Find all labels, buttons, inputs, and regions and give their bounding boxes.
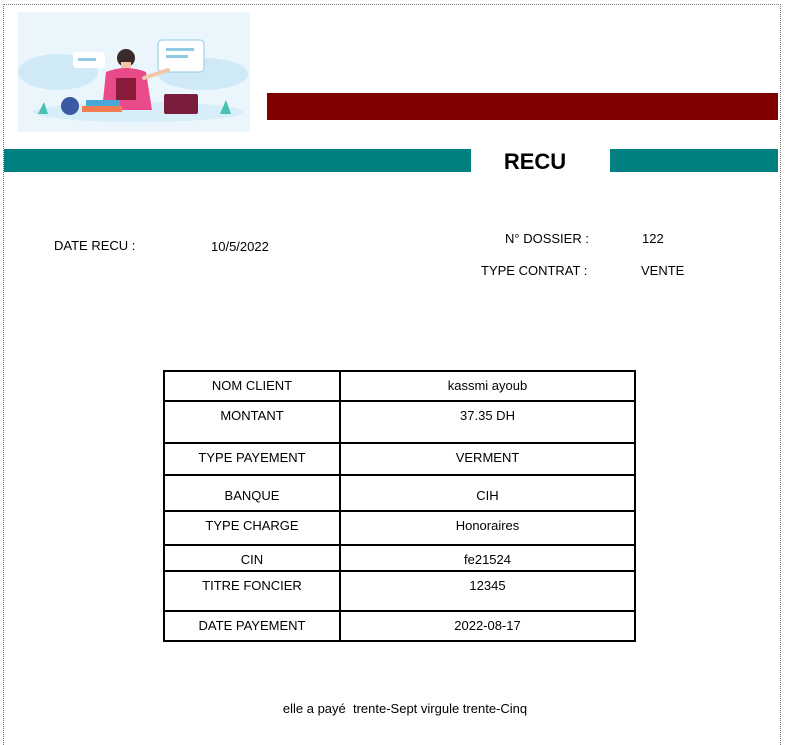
row-label: TITRE FONCIER (163, 570, 341, 612)
row-label: TYPE CHARGE (163, 510, 341, 546)
table-row: TYPE CHARGE Honoraires (163, 510, 636, 546)
teal-band-right (610, 149, 778, 172)
row-value: fe21524 (339, 544, 636, 572)
accent-bar (267, 93, 778, 120)
row-label: MONTANT (163, 400, 341, 444)
date-value: 10/5/2022 (211, 239, 269, 254)
row-label: BANQUE (163, 474, 341, 512)
table-row: TITRE FONCIER 12345 (163, 570, 636, 612)
row-value: kassmi ayoub (339, 370, 636, 402)
payment-in-words: elle a payé trente-Sept virgule trente-C… (282, 701, 528, 716)
contract-label: TYPE CONTRAT : (481, 263, 588, 278)
dossier-label: N° DOSSIER : (505, 231, 589, 246)
row-value: 12345 (339, 570, 636, 612)
dossier-value: 122 (642, 231, 664, 246)
row-value: 37.35 DH (339, 400, 636, 444)
table-row: MONTANT 37.35 DH (163, 400, 636, 444)
woman-with-books-illustration (18, 12, 250, 132)
table-row: DATE PAYEMENT 2022-08-17 (163, 610, 636, 642)
row-value: Honoraires (339, 510, 636, 546)
receipt-title: RECU (503, 149, 567, 174)
teal-band-left (4, 149, 471, 172)
table-row: NOM CLIENT kassmi ayoub (163, 370, 636, 402)
row-label: CIN (163, 544, 341, 572)
row-value: VERMENT (339, 442, 636, 476)
receipt-table: NOM CLIENT kassmi ayoub MONTANT 37.35 DH… (163, 370, 636, 642)
row-label: DATE PAYEMENT (163, 610, 341, 642)
table-row: TYPE PAYEMENT VERMENT (163, 442, 636, 476)
row-value: 2022-08-17 (339, 610, 636, 642)
row-value: CIH (339, 474, 636, 512)
row-label: NOM CLIENT (163, 370, 341, 402)
table-row: BANQUE CIH (163, 474, 636, 512)
date-label: DATE RECU : (54, 238, 136, 253)
row-label: TYPE PAYEMENT (163, 442, 341, 476)
table-row: CIN fe21524 (163, 544, 636, 572)
contract-value: VENTE (641, 263, 685, 278)
